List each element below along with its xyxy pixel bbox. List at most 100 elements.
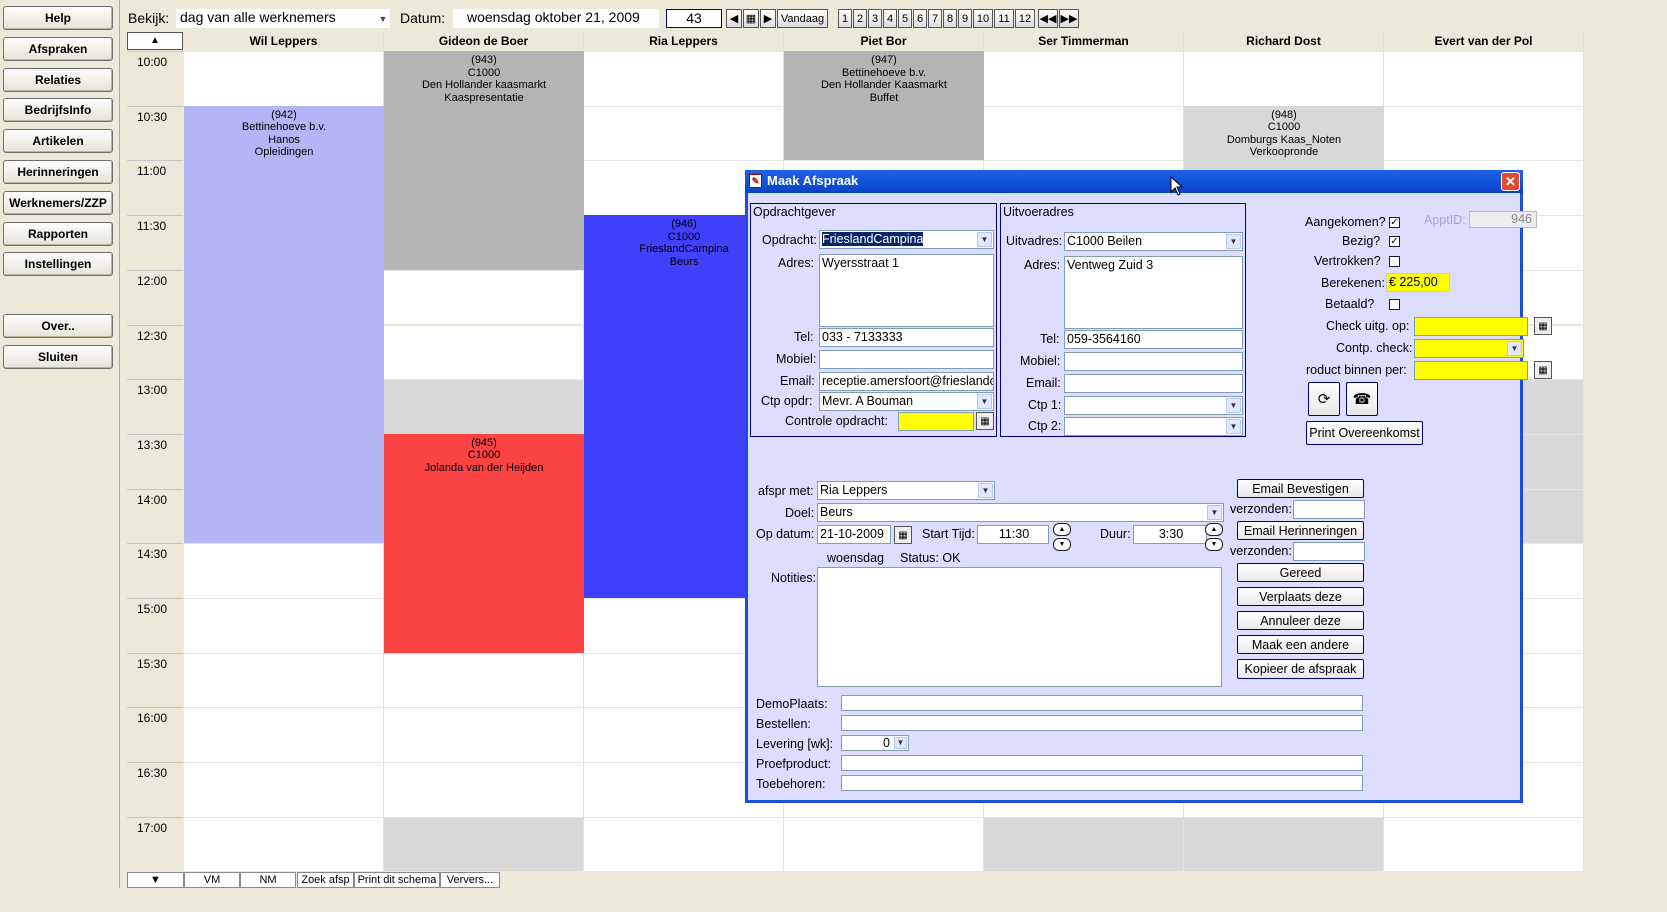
column-header[interactable]: Gideon de Boer (384, 32, 584, 50)
time-slot[interactable] (384, 762, 584, 817)
chevron-down-icon[interactable]: ▼ (1226, 419, 1241, 434)
calendar-icon[interactable]: ▦ (976, 412, 994, 430)
verplaats-button[interactable]: Verplaats deze (1237, 587, 1364, 606)
product-field[interactable] (1414, 361, 1528, 380)
notities-field[interactable] (817, 567, 1222, 687)
ctp1-select[interactable]: ▼ (1064, 396, 1243, 415)
ctp-opdr-select[interactable]: Mevr. A Bouman ▼ (819, 392, 994, 411)
sluiten-button[interactable]: Sluiten (3, 345, 113, 369)
spin-up-icon[interactable]: ▲ (1205, 523, 1223, 536)
time-slot[interactable] (384, 269, 584, 325)
rapporten-button[interactable]: Rapporten (3, 222, 113, 246)
uitv-tel-field[interactable]: 059-3564160 (1064, 330, 1243, 349)
werknemers-button[interactable]: Werknemers/ZZP (3, 191, 113, 215)
time-slot[interactable] (384, 707, 584, 763)
scroll-down-icon[interactable]: ▼ (127, 872, 184, 888)
verzonden2-field[interactable] (1293, 542, 1365, 561)
print-overeenkomst-button[interactable]: Print Overeenkomst (1306, 421, 1423, 445)
proefproduct-field[interactable] (841, 755, 1363, 771)
calendar-icon[interactable]: ▦ (743, 9, 759, 28)
scroll-up-icon[interactable]: ▲ (127, 32, 183, 50)
month-button-12[interactable]: 12 (1015, 9, 1035, 28)
month-button-8[interactable]: 8 (943, 9, 957, 28)
next-icon[interactable]: ▶ (760, 9, 776, 28)
time-slot[interactable] (184, 762, 384, 817)
chevron-down-icon[interactable]: ▼ (1207, 505, 1222, 520)
time-slot[interactable] (384, 816, 584, 872)
vm-button[interactable]: VM (184, 872, 240, 888)
time-slot[interactable] (384, 652, 584, 708)
prev-icon[interactable]: ◀ (726, 9, 742, 28)
email-field[interactable]: receptie.amersfoort@frieslandca (819, 372, 994, 391)
time-slot[interactable] (184, 598, 384, 653)
chevron-down-icon[interactable]: ▼ (977, 394, 992, 409)
time-slot[interactable] (984, 816, 1184, 872)
spin-up-icon[interactable]: ▲ (1053, 523, 1071, 536)
time-slot[interactable] (1384, 816, 1584, 872)
uitvadres-select[interactable]: C1000 Beilen ▼ (1064, 232, 1243, 251)
month-button-4[interactable]: 4 (883, 9, 897, 28)
kopieer-button[interactable]: Kopieer de afspraak (1237, 659, 1364, 679)
time-slot[interactable] (184, 816, 384, 872)
time-slot[interactable] (184, 652, 384, 708)
afspraken-button[interactable]: Afspraken (3, 37, 113, 61)
help-button[interactable]: Help (3, 6, 113, 30)
ctp2-select[interactable]: ▼ (1064, 417, 1243, 436)
column-header[interactable]: Evert van der Pol (1384, 32, 1584, 50)
appointment-947[interactable]: (947) Bettinehoeve b.v. Den Hollander Kaas… (784, 51, 984, 161)
instellingen-button[interactable]: Instellingen (3, 252, 113, 276)
appointment-942[interactable]: (942) Bettinehoeve b.v. Hanos Opleidingen (184, 105, 384, 544)
levering-select[interactable]: 0 ▼ (841, 735, 909, 751)
dialog-titlebar[interactable]: ✎ Maak Afspraak ✕ (745, 170, 1523, 193)
uitv-adres-field[interactable]: Ventweg Zuid 3 (1064, 256, 1243, 329)
column-header[interactable]: Wil Leppers (184, 32, 384, 50)
chevron-down-icon[interactable]: ▼ (1226, 398, 1241, 413)
maak-andere-button[interactable]: Maak een andere (1237, 635, 1364, 654)
herinneringen-button[interactable]: Herinneringen (3, 160, 113, 184)
month-button-1[interactable]: 1 (838, 9, 852, 28)
email-herinneringen-button[interactable]: Email Herinneringen (1237, 521, 1364, 540)
relaties-button[interactable]: Relaties (3, 68, 113, 92)
berekenen-field[interactable]: € 225,00 (1386, 273, 1450, 292)
afspr-met-select[interactable]: Ria Leppers ▼ (817, 481, 995, 500)
gereed-button[interactable]: Gereed (1237, 563, 1364, 582)
appointment-948[interactable]: (948) C1000 Domburgs Kaas_Noten Verkooprond… (1184, 105, 1384, 177)
controle-field[interactable] (898, 412, 974, 431)
annuleer-button[interactable]: Annuleer deze (1237, 611, 1364, 630)
phone-icon[interactable]: ☎ (1346, 382, 1378, 416)
time-slot[interactable] (384, 379, 584, 434)
bedrijfsinfo-button[interactable]: BedrijfsInfo (3, 98, 113, 122)
vandaag-button[interactable]: Vandaag (777, 9, 828, 28)
bestellen-field[interactable] (841, 715, 1363, 731)
time-slot[interactable] (1384, 51, 1584, 106)
column-header[interactable]: Ria Leppers (584, 32, 784, 50)
time-slot[interactable] (184, 707, 384, 763)
time-slot[interactable] (584, 105, 784, 161)
over-button[interactable]: Over.. (3, 314, 113, 338)
month-button-3[interactable]: 3 (868, 9, 882, 28)
spin-down-icon[interactable]: ▼ (1205, 538, 1223, 551)
chevron-down-icon[interactable]: ▼ (1226, 234, 1241, 249)
time-slot[interactable] (1184, 51, 1384, 106)
uitv-mobiel-field[interactable] (1064, 352, 1243, 371)
calendar-icon[interactable]: ▦ (1534, 317, 1552, 335)
start-tijd-spinner[interactable]: ▲ ▼ (1053, 523, 1071, 551)
appointment-943[interactable]: (943) C1000 Den Hollander kaasmarkt Kaaspre… (384, 51, 584, 270)
month-button-5[interactable]: 5 (898, 9, 912, 28)
duur-field[interactable]: 3:30 (1133, 525, 1207, 544)
time-slot[interactable] (184, 543, 384, 598)
tel-field[interactable]: 033 - 7133333 (819, 328, 994, 347)
mobiel-field[interactable] (819, 350, 994, 369)
week-field[interactable]: 43 (666, 9, 722, 28)
month-button-9[interactable]: 9 (958, 9, 972, 28)
print-schema-button[interactable]: Print dit schema (354, 872, 440, 888)
time-slot[interactable] (184, 51, 384, 106)
artikelen-button[interactable]: Artikelen (3, 129, 113, 153)
chevron-down-icon[interactable]: ▼ (894, 737, 907, 749)
bezig-checkbox[interactable]: ✓ (1389, 236, 1400, 247)
time-slot[interactable] (984, 105, 1184, 161)
contp-select[interactable]: ▼ (1414, 339, 1524, 358)
duur-spinner[interactable]: ▲ ▼ (1205, 523, 1223, 551)
time-slot[interactable] (1384, 105, 1584, 161)
doel-select[interactable]: Beurs ▼ (817, 503, 1224, 522)
